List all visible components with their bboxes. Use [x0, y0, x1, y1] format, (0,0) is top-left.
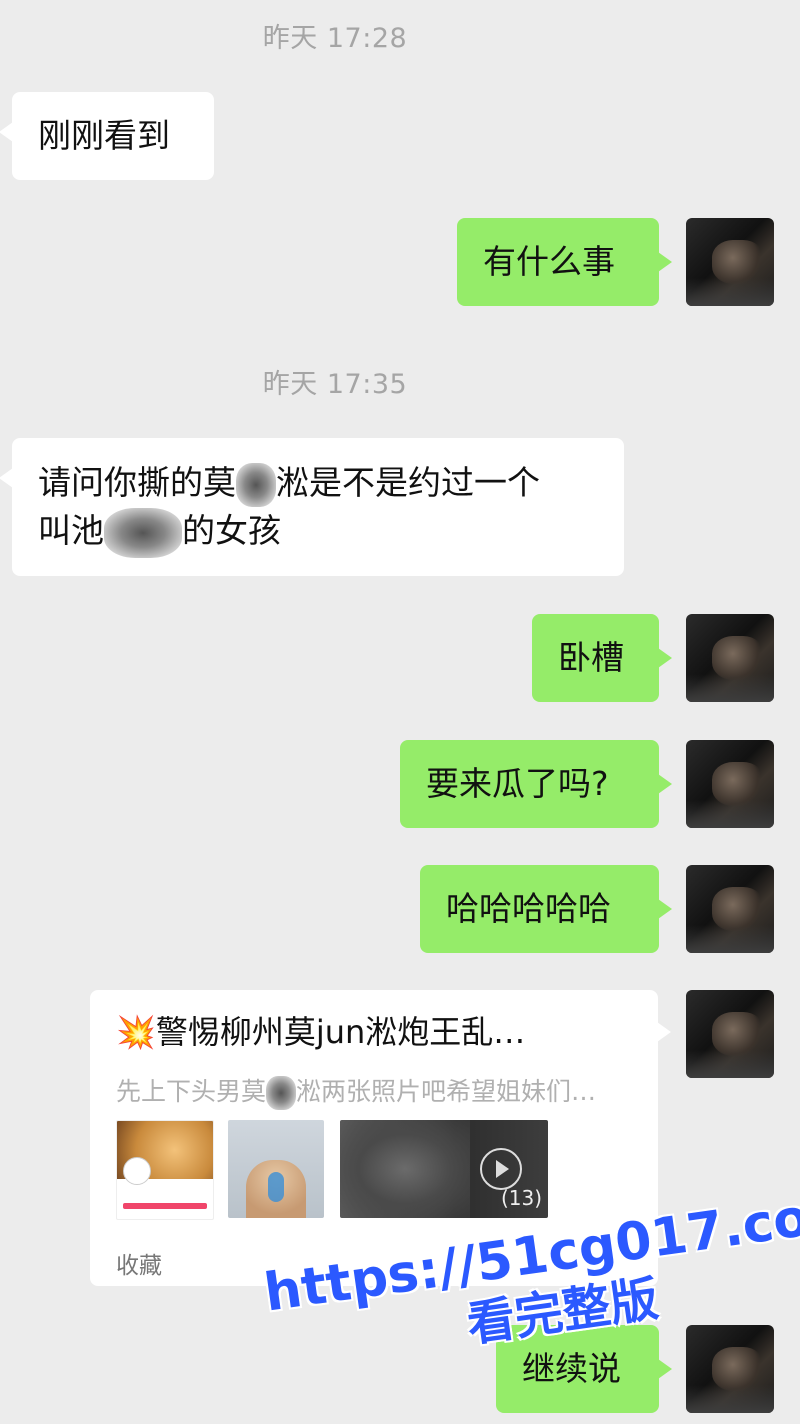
- card-description: 先上下头男莫 淞两张照片吧希望姐妹们…: [116, 1072, 596, 1110]
- thumbnail-face-photo[interactable]: [228, 1120, 324, 1218]
- message-text: 卧槽: [558, 638, 624, 677]
- explosion-icon: 💥: [116, 1013, 156, 1051]
- censor-blur: [266, 1076, 297, 1110]
- message-text: 的女孩: [182, 511, 281, 550]
- card-title: 💥警惕柳州莫jun淞炮王乱…: [116, 1012, 525, 1052]
- thumbnail-profile-screenshot[interactable]: [116, 1120, 214, 1220]
- message-line: 叫池 的女孩: [38, 507, 598, 558]
- card-footer-label: 收藏: [116, 1253, 162, 1279]
- message-line: 请问你撕的莫 淞是不是约过一个: [38, 459, 598, 507]
- thumbnail-video[interactable]: (13): [340, 1120, 548, 1218]
- message-text: 有什么事: [483, 242, 615, 281]
- play-icon[interactable]: [480, 1148, 522, 1190]
- message-text: 请问你撕的莫: [38, 463, 236, 502]
- timestamp: 昨天 17:28: [262, 23, 408, 54]
- message-text: 哈哈哈哈哈: [446, 889, 611, 928]
- censor-blur: [104, 507, 182, 558]
- outgoing-message[interactable]: 有什么事: [457, 218, 672, 306]
- video-count: (13): [500, 1186, 542, 1210]
- censor-blur: [340, 1120, 470, 1218]
- message-text: 淞是不是约过一个: [276, 463, 540, 502]
- censor-blur: [236, 462, 276, 507]
- user-avatar[interactable]: [686, 865, 774, 953]
- user-avatar[interactable]: [686, 614, 774, 702]
- card-title-text: 警惕柳州莫jun淞炮王乱…: [155, 1013, 526, 1051]
- message-text: 继续说: [522, 1349, 621, 1388]
- user-avatar[interactable]: [686, 218, 774, 306]
- timestamp: 昨天 17:35: [262, 369, 408, 400]
- incoming-message[interactable]: 刚刚看到: [0, 92, 214, 180]
- outgoing-message[interactable]: 卧槽: [532, 614, 672, 702]
- card-description-text: 淞两张照片吧希望姐妹们…: [296, 1077, 597, 1106]
- outgoing-message[interactable]: 哈哈哈哈哈: [420, 865, 672, 953]
- message-text: 叫池: [38, 511, 104, 550]
- outgoing-message[interactable]: 要来瓜了吗?: [400, 740, 672, 828]
- message-text: 刚刚看到: [38, 116, 170, 155]
- user-avatar[interactable]: [686, 990, 774, 1078]
- user-avatar[interactable]: [686, 1325, 774, 1413]
- message-text: 要来瓜了吗?: [426, 764, 609, 803]
- incoming-message[interactable]: 请问你撕的莫 淞是不是约过一个 叫池 的女孩: [0, 438, 624, 576]
- card-description-text: 先上下头男莫: [116, 1077, 267, 1106]
- user-avatar[interactable]: [686, 740, 774, 828]
